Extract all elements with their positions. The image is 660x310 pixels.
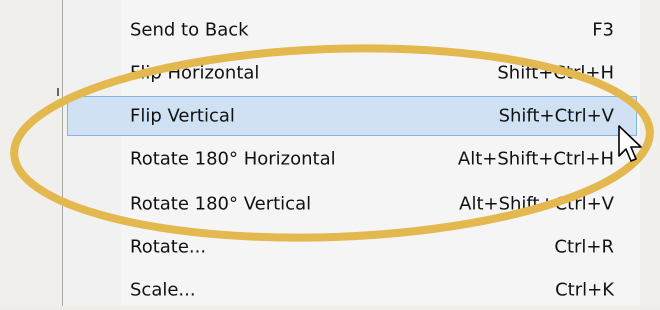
menu-item-shortcut: Shift+Ctrl+V <box>498 105 614 127</box>
context-menu: Send to Back F3 Flip Horizontal Shift+Ct… <box>62 0 640 306</box>
menu-item-label: Rotate 180° Horizontal <box>130 148 336 170</box>
menu-item-label: Rotate 180° Vertical <box>130 193 312 215</box>
menu-item-rotate-180-vertical[interactable]: Rotate 180° Vertical Alt+Shift+Ctrl+V <box>67 184 637 224</box>
menu-item-shortcut: Ctrl+R <box>554 236 614 258</box>
menu-item-flip-vertical[interactable]: Flip Vertical Shift+Ctrl+V <box>67 96 637 136</box>
menu-item-shortcut: Ctrl+K <box>555 279 614 301</box>
menu-item-label: Scale... <box>130 279 196 301</box>
menu-item-rotate[interactable]: Rotate... Ctrl+R <box>67 227 637 267</box>
edge-tick-icon <box>57 88 59 96</box>
menu-item-scale[interactable]: Scale... Ctrl+K <box>67 270 637 310</box>
menu-item-label: Flip Vertical <box>130 105 235 127</box>
menu-item-label: Flip Horizontal <box>130 62 260 84</box>
menu-item-flip-horizontal[interactable]: Flip Horizontal Shift+Ctrl+H <box>67 53 637 93</box>
background-left <box>0 0 62 306</box>
menu-item-shortcut: Alt+Shift+Ctrl+V <box>459 193 614 215</box>
menu-item-shortcut: F3 <box>592 19 614 41</box>
menu-item-shortcut: Shift+Ctrl+H <box>497 62 614 84</box>
menu-item-label: Send to Back <box>130 19 249 41</box>
menu-item-send-to-back[interactable]: Send to Back F3 <box>67 10 637 50</box>
pointer-arrow-icon <box>618 125 642 162</box>
menu-item-rotate-180-horizontal[interactable]: Rotate 180° Horizontal Alt+Shift+Ctrl+H <box>67 139 637 179</box>
menu-item-shortcut: Alt+Shift+Ctrl+H <box>457 148 614 170</box>
menu-item-label: Rotate... <box>130 236 207 258</box>
